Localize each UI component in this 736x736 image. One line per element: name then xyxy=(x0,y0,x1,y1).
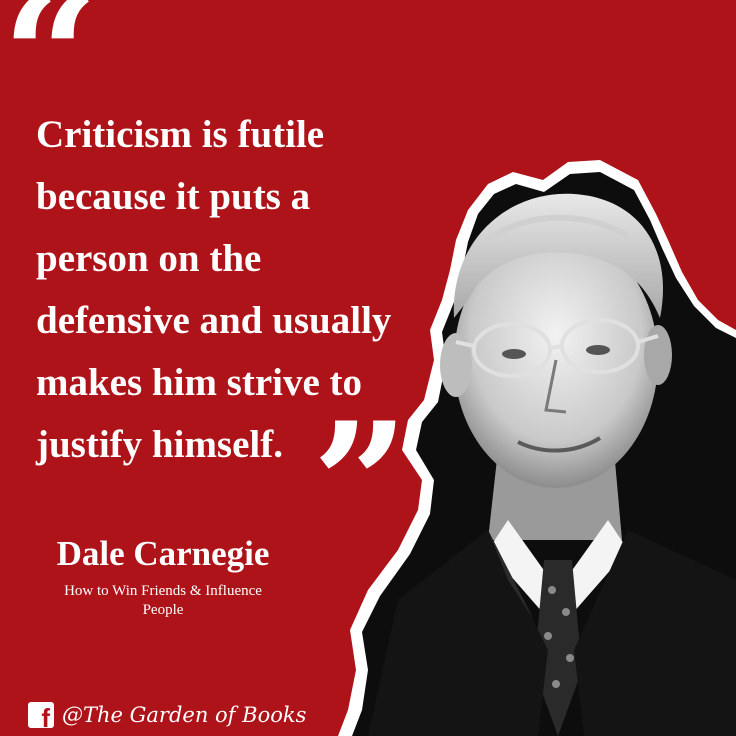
book-title: How to Win Friends & Influence People xyxy=(28,582,298,620)
quote-card: “ Criticism is futile because it puts a … xyxy=(0,0,736,736)
facebook-icon: f xyxy=(28,702,54,731)
book-title-line: How to Win Friends & Influence xyxy=(64,583,262,599)
book-title-line: People xyxy=(142,602,184,618)
social-credit: f @The Garden of Books xyxy=(28,700,307,731)
author-portrait xyxy=(338,160,736,736)
author-name: Dale Carnegie xyxy=(56,534,270,573)
social-handle: @The Garden of Books xyxy=(62,703,307,727)
